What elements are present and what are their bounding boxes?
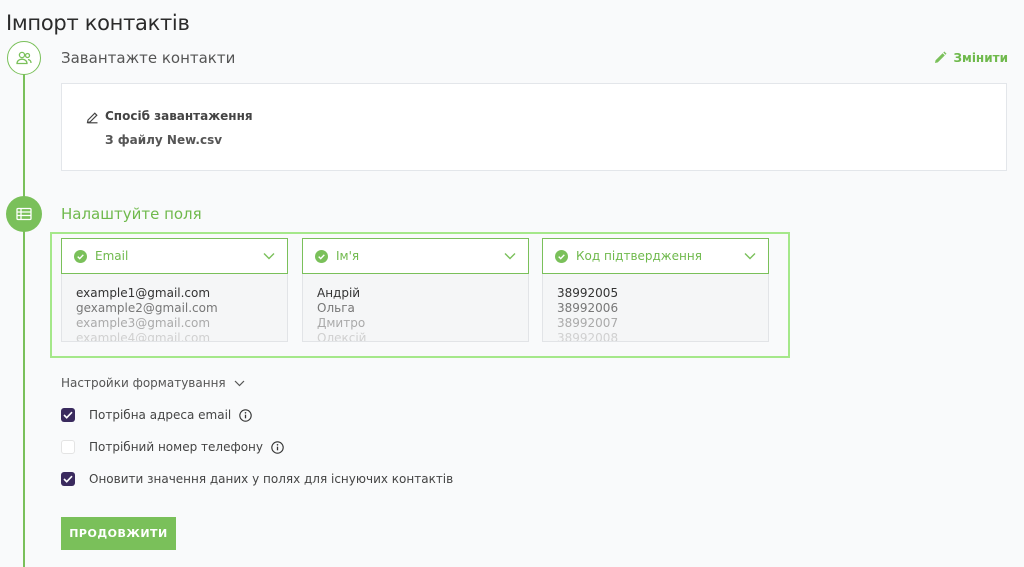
table-icon <box>6 196 42 232</box>
option-label: Оновити значення даних у полях для існую… <box>89 472 454 486</box>
step-connector-line <box>23 74 25 567</box>
field-preview: Андрій Ольга Дмитро Олексій <box>302 274 529 342</box>
pencil-outline-icon <box>86 109 99 128</box>
preview-value: 38992005 <box>557 286 619 300</box>
option-update-existing: Оновити значення даних у полях для існую… <box>61 472 453 486</box>
preview-value: Андрій <box>317 286 361 300</box>
preview-value: example1@gmail.com <box>76 286 211 300</box>
formatting-settings-toggle[interactable]: Настройки форматування <box>61 376 245 390</box>
step-upload-title: Завантажте контакти <box>61 49 236 67</box>
step-configure-title: Налаштуйте поля <box>61 205 202 223</box>
option-require-phone: Потрібний номер телефону <box>61 440 284 454</box>
field-column-email: Email example1@gmail.com gexample2@gmail… <box>61 238 288 342</box>
preview-value: example4@gmail.com <box>76 331 211 342</box>
info-icon[interactable] <box>271 440 284 454</box>
users-icon <box>7 41 41 75</box>
check-circle-icon <box>74 249 87 263</box>
chevron-down-icon <box>504 253 516 260</box>
require-email-checkbox[interactable] <box>61 408 75 422</box>
page-title: Імпорт контактів <box>6 11 190 35</box>
edit-link[interactable]: Змінити <box>933 51 1008 65</box>
option-require-email: Потрібна адреса email <box>61 408 252 422</box>
field-column-name: Ім'я Андрій Ольга Дмитро Олексій <box>302 238 529 342</box>
preview-value: 38992006 <box>557 301 619 315</box>
field-label: Ім'я <box>336 249 360 263</box>
info-icon[interactable] <box>239 408 252 422</box>
preview-value: Ольга <box>317 301 355 315</box>
preview-value: example3@gmail.com <box>76 316 211 330</box>
field-select-email[interactable]: Email <box>61 238 288 274</box>
edit-label: Змінити <box>953 51 1008 65</box>
chevron-down-icon <box>263 253 275 260</box>
option-label: Потрібна адреса email <box>89 408 232 422</box>
preview-value: Дмитро <box>317 316 366 330</box>
pencil-icon <box>935 51 947 63</box>
chevron-down-icon <box>234 380 245 386</box>
field-label: Email <box>95 249 129 263</box>
check-circle-icon <box>315 249 328 263</box>
upload-method-value: З файлу New.csv <box>105 133 223 147</box>
field-preview: 38992005 38992006 38992007 38992008 <box>542 274 769 342</box>
require-phone-checkbox[interactable] <box>61 440 75 454</box>
preview-value: Олексій <box>317 331 367 342</box>
check-circle-icon <box>555 249 568 263</box>
field-select-name[interactable]: Ім'я <box>302 238 529 274</box>
preview-value: 38992008 <box>557 331 619 342</box>
field-preview: example1@gmail.com gexample2@gmail.com e… <box>61 274 288 342</box>
field-select-code[interactable]: Код підтвердження <box>542 238 769 274</box>
upload-method-label: Спосіб завантаження <box>105 109 253 123</box>
field-label: Код підтвердження <box>576 249 702 263</box>
preview-value: gexample2@gmail.com <box>76 301 218 315</box>
continue-button[interactable]: ПРОДОВЖИТИ <box>61 517 176 550</box>
upload-summary-card: Спосіб завантаження З файлу New.csv <box>61 83 1007 171</box>
field-column-code: Код підтвердження 38992005 38992006 3899… <box>542 238 769 342</box>
formatting-toggle-label: Настройки форматування <box>61 376 226 390</box>
preview-value: 38992007 <box>557 316 619 330</box>
option-label: Потрібний номер телефону <box>89 440 263 454</box>
chevron-down-icon <box>744 253 756 260</box>
update-existing-checkbox[interactable] <box>61 472 75 486</box>
